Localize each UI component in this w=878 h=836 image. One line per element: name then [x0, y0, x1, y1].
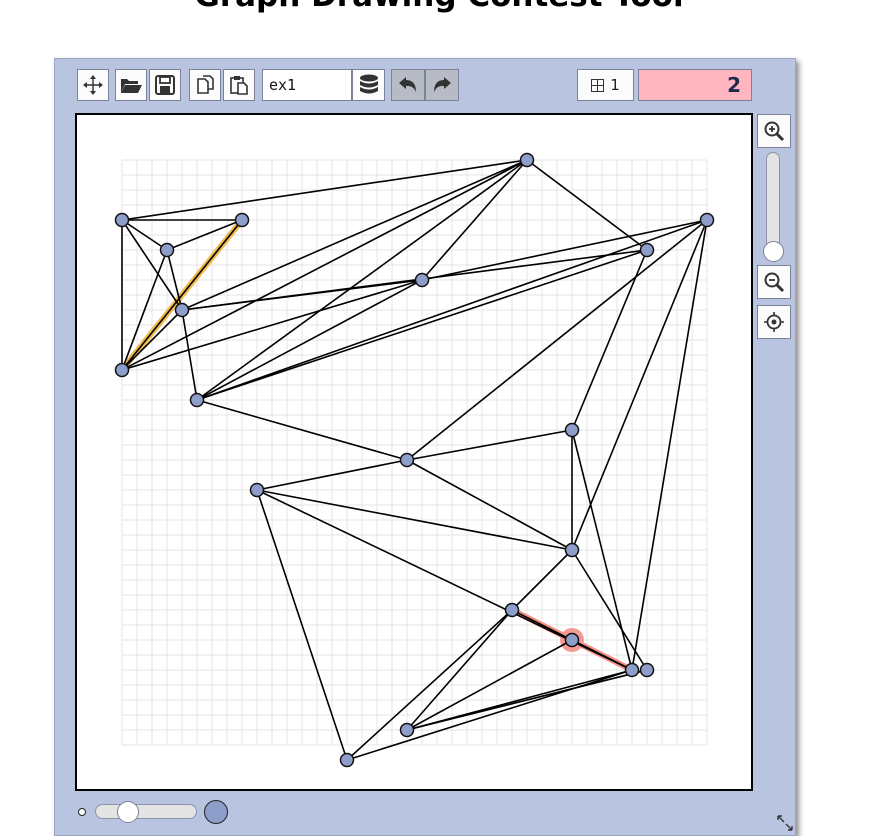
graph-node[interactable]	[234, 212, 250, 228]
zoom-in-button[interactable]	[757, 114, 791, 148]
graph-node[interactable]	[564, 542, 580, 558]
zoom-slider-handle[interactable]	[763, 241, 784, 262]
node-size-slider-track[interactable]	[95, 804, 197, 819]
graph-node[interactable]	[174, 302, 190, 318]
graph-node[interactable]	[399, 722, 415, 738]
graph-node[interactable]	[414, 272, 430, 288]
move-tool-button[interactable]	[77, 69, 109, 101]
large-node-size-icon	[204, 800, 228, 824]
node-size-slider-handle[interactable]	[117, 801, 139, 823]
database-button[interactable]	[352, 69, 385, 101]
page-title: Graph Drawing Contest Tool	[0, 0, 878, 14]
copy-icon	[197, 75, 214, 94]
grid	[121, 159, 708, 746]
database-icon	[359, 74, 378, 94]
file-name-input[interactable]	[262, 69, 352, 101]
graph-node[interactable]	[339, 752, 355, 768]
center-view-button[interactable]	[757, 305, 791, 339]
graph-node[interactable]	[564, 632, 580, 648]
graph-node[interactable]	[624, 662, 640, 678]
zoom-out-button[interactable]	[757, 265, 791, 299]
crossing-count: 2	[638, 69, 752, 101]
graph-node[interactable]	[159, 242, 175, 258]
graph-node[interactable]	[639, 242, 655, 258]
redo-button[interactable]	[425, 69, 459, 101]
floppy-disk-icon	[155, 75, 175, 95]
graph-node[interactable]	[189, 392, 205, 408]
graph-node[interactable]	[639, 662, 655, 678]
graph-node[interactable]	[699, 212, 715, 228]
graph-node[interactable]	[114, 212, 130, 228]
move-arrows-icon	[83, 75, 103, 95]
graph-node[interactable]	[114, 362, 130, 378]
graph-drawing[interactable]	[77, 115, 751, 789]
resize-icon[interactable]	[776, 814, 794, 832]
zoom-in-icon	[764, 121, 785, 142]
small-node-size-icon	[78, 808, 86, 816]
graph-canvas[interactable]	[75, 113, 753, 791]
paste-button[interactable]	[223, 69, 255, 101]
open-file-button[interactable]	[115, 69, 147, 101]
graph-node[interactable]	[504, 602, 520, 618]
folder-open-icon	[121, 79, 142, 93]
graph-node[interactable]	[249, 482, 265, 498]
paste-icon	[230, 76, 248, 95]
layer-selector[interactable]: 1	[577, 69, 634, 101]
copy-button[interactable]	[189, 69, 221, 101]
undo-icon	[399, 77, 416, 92]
target-icon	[764, 312, 784, 332]
layer-count: 1	[610, 76, 620, 94]
graph-node[interactable]	[519, 152, 535, 168]
zoom-out-icon	[764, 272, 785, 293]
save-file-button[interactable]	[149, 69, 181, 101]
grid-icon	[591, 78, 605, 92]
undo-button[interactable]	[391, 69, 425, 101]
graph-node[interactable]	[564, 422, 580, 438]
graph-node[interactable]	[399, 452, 415, 468]
redo-icon	[434, 77, 451, 92]
